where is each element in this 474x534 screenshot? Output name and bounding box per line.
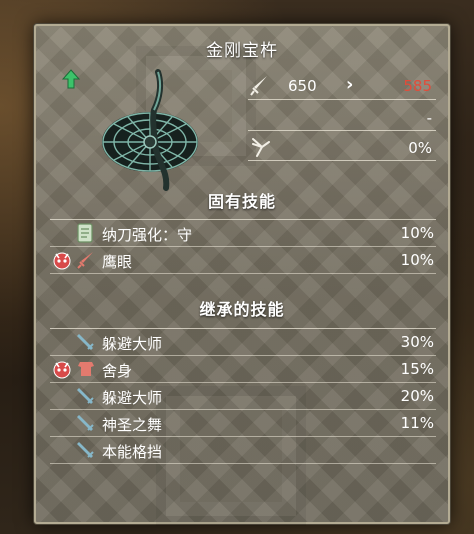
- attack-sword-icon: [250, 76, 267, 96]
- attack-new-value: 585: [403, 77, 432, 95]
- blue-blade-icon: [77, 388, 94, 404]
- critical-value: 0%: [408, 139, 432, 157]
- critical-stat-row: 0%: [248, 136, 436, 160]
- inherent-skills-header: 固有技能: [207, 192, 276, 211]
- skill-percent: 11%: [400, 414, 434, 432]
- inherited-skills-list: 躲避大师 30% 舍身 15% 躲避大师 20% 神圣之舞 11% 本能格挡: [50, 328, 436, 464]
- skill-row[interactable]: 纳刀强化：守 10%: [50, 219, 436, 247]
- attack-stat-row: 650 › 585: [248, 74, 436, 98]
- inherited-skills-header: 继承的技能: [199, 300, 285, 319]
- scroll-icon: [77, 223, 93, 243]
- red-blade-icon: [77, 252, 93, 269]
- chevron-right-icon: ›: [346, 74, 354, 95]
- skill-name: 鹰眼: [102, 253, 133, 271]
- red-armor-icon: [78, 362, 94, 376]
- inherent-skills-list: 纳刀强化：守 10% 鹰眼 10%: [50, 219, 436, 274]
- skill-row[interactable]: 舍身 15%: [50, 356, 436, 383]
- skill-name: 神圣之舞: [102, 416, 163, 434]
- attack-old-value: 650: [288, 77, 317, 95]
- skill-name: 本能格挡: [102, 443, 163, 461]
- skill-row[interactable]: 本能格挡: [50, 437, 436, 464]
- stat-divider: [248, 99, 436, 100]
- element-stat-row: -: [248, 106, 436, 130]
- oni-mask-icon: [53, 361, 71, 379]
- skill-percent: 15%: [400, 360, 434, 378]
- skill-name: 舍身: [102, 362, 133, 380]
- skill-percent: 30%: [400, 333, 434, 351]
- element-value: -: [426, 109, 432, 127]
- skill-name: 躲避大师: [102, 389, 163, 407]
- skill-row[interactable]: 神圣之舞 11%: [50, 410, 436, 437]
- weapon-name: 金刚宝杵: [206, 41, 278, 61]
- skill-name: 躲避大师: [102, 335, 163, 353]
- skill-percent: 10%: [400, 251, 434, 269]
- skill-percent: 10%: [400, 224, 434, 242]
- rarity-up-arrow-icon: [62, 69, 80, 89]
- blue-blade-icon: [77, 415, 94, 431]
- blue-blade-icon: [77, 442, 94, 458]
- stat-divider: [248, 160, 436, 161]
- skill-row[interactable]: 躲避大师 20%: [50, 383, 436, 410]
- blue-blade-icon: [77, 334, 94, 350]
- weapon-detail-panel: 金刚宝杵 650 › 585 - 0% 固有技能 纳刀强化：守 10% 鹰眼 1…: [34, 24, 450, 526]
- critical-icon: [252, 138, 270, 157]
- stat-divider: [248, 130, 436, 131]
- weapon-image-icon: [102, 69, 198, 191]
- skill-row[interactable]: 鹰眼 10%: [50, 247, 436, 274]
- oni-mask-icon: [53, 252, 71, 270]
- skill-percent: 20%: [400, 387, 434, 405]
- skill-name: 纳刀强化：守: [102, 226, 193, 244]
- skill-row[interactable]: 躲避大师 30%: [50, 328, 436, 356]
